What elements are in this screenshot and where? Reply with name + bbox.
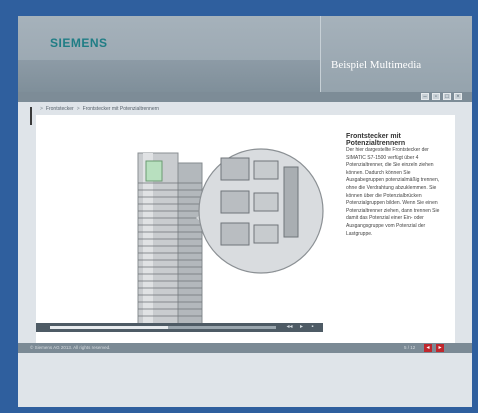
footer: © Siemens AG 2013. All rights reserved. … [18, 343, 472, 353]
header-divider [320, 16, 321, 92]
restore-icon[interactable]: ▫ [432, 93, 440, 100]
app-window: SIEMENS Beispiel Multimedia – ▫ □ × > Fr… [18, 16, 472, 407]
app-title: Beispiel Multimedia [331, 59, 422, 71]
breadcrumb-arrow-icon: > [76, 106, 80, 112]
siemens-logo: SIEMENS [50, 36, 108, 50]
progress-fill [50, 326, 168, 329]
breadcrumb-arrow-icon: > [40, 106, 43, 112]
content-text: Der hier dargestellte Frontstecker der S… [346, 147, 440, 237]
window-frame-right [472, 0, 478, 413]
breadcrumb: > Frontstecker > Frontstecker mit Potenz… [40, 104, 159, 114]
page-marker [30, 107, 32, 125]
magnified-detail [198, 148, 324, 274]
breadcrumb-item[interactable]: Frontstecker [46, 106, 74, 112]
window-frame-bottom [0, 407, 478, 413]
prev-page-button[interactable]: ◂ [424, 344, 432, 352]
window-controls: – ▫ □ × [421, 93, 462, 100]
front-connector-illustration [137, 148, 324, 328]
close-icon[interactable]: × [454, 93, 462, 100]
header: SIEMENS Beispiel Multimedia [18, 16, 472, 92]
window-frame-top [0, 0, 478, 16]
stop-icon[interactable]: ▪ [309, 324, 316, 331]
toolbar: – ▫ □ × [18, 92, 472, 102]
breadcrumb-item-current: Frontstecker mit Potenzialtrennern [82, 106, 160, 112]
rewind-icon[interactable]: ◂◂ [286, 324, 293, 331]
media-player-bar: ◂◂ ▸ ▪ [36, 323, 323, 332]
minimize-icon[interactable]: – [421, 93, 429, 100]
next-page-button[interactable]: ▸ [436, 344, 444, 352]
content-panel: Frontstecker mit Potenzialtrennern Der h… [36, 115, 455, 351]
window-icon[interactable]: □ [443, 93, 451, 100]
copyright-text: © Siemens AG 2013. All rights reserved. [30, 345, 111, 350]
progress-track[interactable] [50, 326, 276, 329]
window-frame-left [0, 0, 18, 413]
page-counter: 5 / 12 [404, 345, 416, 350]
content-title: Frontstecker mit Potenzialtrennern [346, 133, 406, 147]
header-band [18, 60, 320, 92]
play-icon[interactable]: ▸ [298, 324, 305, 331]
